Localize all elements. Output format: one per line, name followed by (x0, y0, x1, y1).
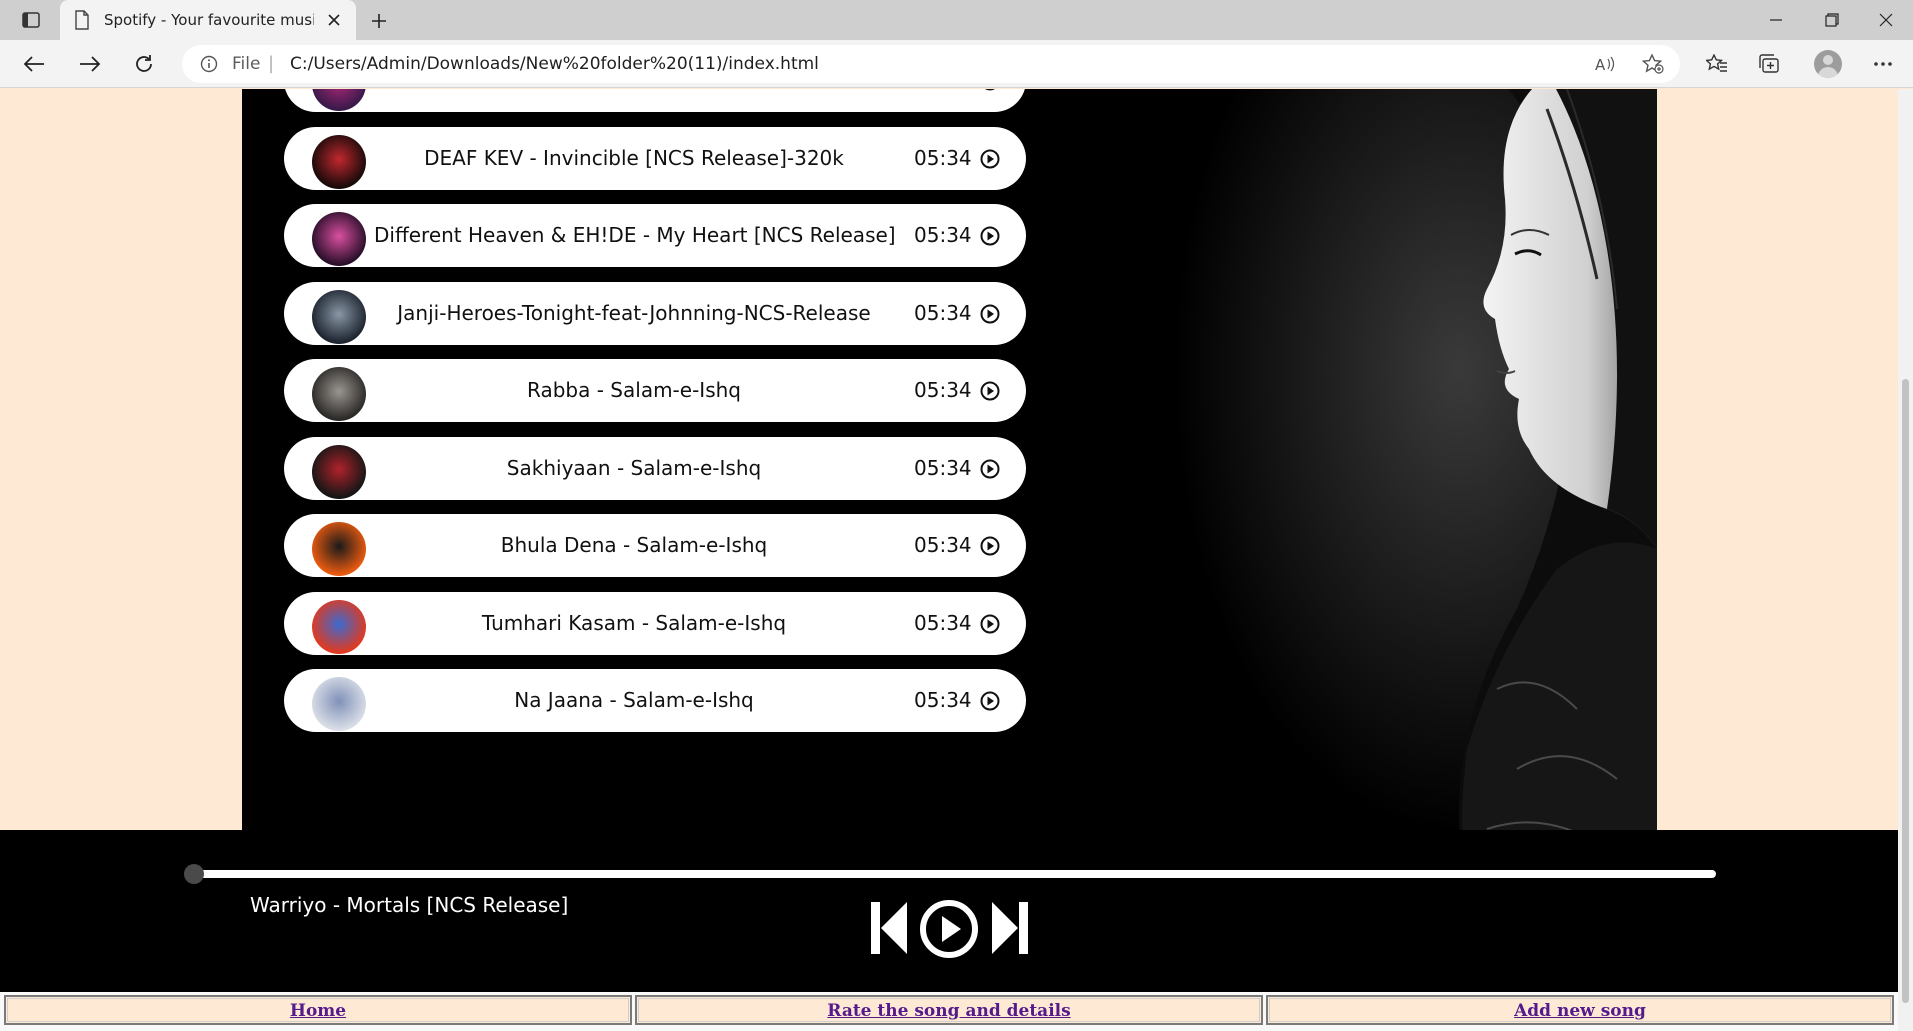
page-viewport: Cielo - Huma-Huma05:34DEAF KEV - Invinci… (0, 89, 1898, 1031)
progress-slider[interactable] (184, 864, 1716, 884)
song-panel: Cielo - Huma-Huma05:34DEAF KEV - Invinci… (242, 89, 1657, 892)
minimize-icon[interactable] (1756, 6, 1796, 34)
player-bar: Warriyo - Mortals [NCS Release] (0, 830, 1898, 992)
address-bar[interactable]: File | C:/Users/Admin/Downloads/New%20fo… (182, 45, 1680, 83)
song-duration: 05:34 (914, 300, 972, 325)
page-favicon-icon (74, 10, 90, 34)
footer-cell-add: Add new song (1266, 995, 1894, 1025)
browser-tab[interactable]: Spotify - Your favourite music is here (60, 0, 356, 40)
previous-track-icon[interactable] (869, 900, 909, 956)
song-cover-image (312, 522, 366, 576)
song-cover-image (312, 89, 366, 111)
song-duration: 05:34 (914, 89, 972, 112)
song-cover-image (312, 599, 366, 654)
song-duration: 05:34 (914, 223, 972, 247)
song-title: Rabba - Salam-e-Ishq (527, 378, 741, 402)
song-cover-image (312, 289, 366, 344)
song-play-icon[interactable] (980, 459, 1000, 479)
song-item[interactable]: Rabba - Salam-e-Ishq 05:34 (284, 359, 1026, 422)
back-icon[interactable] (16, 48, 52, 80)
song-cover-image (312, 444, 366, 499)
song-cover-image (312, 367, 366, 421)
song-title: Cielo - Huma-Huma (374, 89, 894, 112)
song-play-icon[interactable] (980, 149, 1000, 169)
song-duration: 05:34 (914, 145, 972, 170)
close-window-icon[interactable] (1866, 6, 1906, 34)
now-playing-title: Warriyo - Mortals [NCS Release] (250, 893, 569, 917)
song-cover-image (312, 677, 366, 731)
song-title: Different Heaven & EH!DE - My Heart [NCS… (374, 223, 896, 247)
song-item[interactable]: Na Jaana - Salam-e-Ishq 05:34 (284, 669, 1026, 732)
address-url[interactable]: C:/Users/Admin/Downloads/New%20folder%20… (290, 54, 819, 74)
add-new-song-link[interactable]: Add new song (1514, 1001, 1646, 1021)
tab-actions-icon[interactable] (18, 8, 44, 32)
next-track-icon[interactable] (990, 900, 1030, 956)
artist-portrait-image (1137, 89, 1657, 892)
song-cover-image (312, 212, 366, 266)
collections-icon[interactable] (1754, 50, 1784, 78)
footer-nav: Home Rate the song and details Add new s… (0, 992, 1898, 1031)
song-title: DEAF KEV - Invincible [NCS Release]-320k (424, 145, 844, 170)
song-item[interactable]: Different Heaven & EH!DE - My Heart [NCS… (284, 204, 1026, 267)
page-scrollbar[interactable] (1898, 89, 1913, 1031)
favorites-icon[interactable] (1702, 50, 1732, 78)
rate-song-link[interactable]: Rate the song and details (827, 1001, 1070, 1021)
song-play-icon[interactable] (980, 536, 1000, 556)
refresh-icon[interactable] (126, 48, 162, 80)
forward-icon[interactable] (72, 48, 108, 80)
song-duration: 05:34 (914, 688, 972, 712)
song-play-icon[interactable] (980, 226, 1000, 246)
song-item[interactable]: Cielo - Huma-Huma 05:34 (284, 89, 1026, 112)
song-play-icon[interactable] (980, 614, 1000, 634)
address-scheme: File (232, 54, 261, 74)
home-link[interactable]: Home (290, 1001, 346, 1021)
song-title: Bhula Dena - Salam-e-Ishq (500, 533, 768, 557)
song-play-icon[interactable] (980, 89, 1000, 91)
close-tab-icon[interactable] (324, 10, 344, 30)
tab-title: Spotify - Your favourite music is here (104, 11, 314, 29)
song-item[interactable]: Tumhari Kasam - Salam-e-Ishq 05:34 (284, 591, 1026, 655)
scrollbar-thumb[interactable] (1902, 379, 1909, 1003)
song-play-icon[interactable] (980, 691, 1000, 711)
song-duration: 05:34 (914, 533, 972, 557)
song-title: Tumhari Kasam - Salam-e-Ishq (481, 610, 787, 635)
progress-slider-handle[interactable] (184, 864, 204, 884)
svg-text:A: A (1595, 56, 1606, 73)
footer-cell-home: Home (4, 995, 632, 1025)
restore-icon[interactable] (1812, 6, 1852, 34)
site-info-icon[interactable] (200, 55, 218, 77)
settings-more-icon[interactable] (1868, 50, 1898, 78)
address-separator: | (268, 53, 275, 74)
song-item[interactable]: Bhula Dena - Salam-e-Ishq 05:34 (284, 514, 1026, 577)
play-icon[interactable] (919, 899, 979, 959)
song-duration: 05:34 (914, 455, 972, 480)
song-play-icon[interactable] (980, 381, 1000, 401)
footer-cell-rate: Rate the song and details (635, 995, 1263, 1025)
song-duration: 05:34 (914, 378, 972, 402)
song-item[interactable]: DEAF KEV - Invincible [NCS Release]-320k… (284, 126, 1026, 190)
new-tab-icon[interactable] (366, 8, 392, 34)
song-duration: 05:34 (914, 610, 972, 635)
browser-nav-bar: File | C:/Users/Admin/Downloads/New%20fo… (0, 40, 1913, 88)
add-favorite-icon[interactable] (1640, 52, 1666, 76)
song-play-icon[interactable] (980, 304, 1000, 324)
song-item[interactable]: Sakhiyaan - Salam-e-Ishq 05:34 (284, 436, 1026, 500)
browser-tab-bar: Spotify - Your favourite music is here (0, 0, 1913, 40)
song-cover-image (312, 134, 366, 189)
read-aloud-icon[interactable]: A (1592, 52, 1618, 76)
song-item[interactable]: Janji-Heroes-Tonight-feat-Johnning-NCS-R… (284, 281, 1026, 345)
song-title: Janji-Heroes-Tonight-feat-Johnning-NCS-R… (397, 300, 871, 325)
song-title: Sakhiyaan - Salam-e-Ishq (506, 455, 762, 480)
song-title: Na Jaana - Salam-e-Ishq (514, 688, 754, 712)
profile-avatar[interactable] (1814, 50, 1842, 78)
